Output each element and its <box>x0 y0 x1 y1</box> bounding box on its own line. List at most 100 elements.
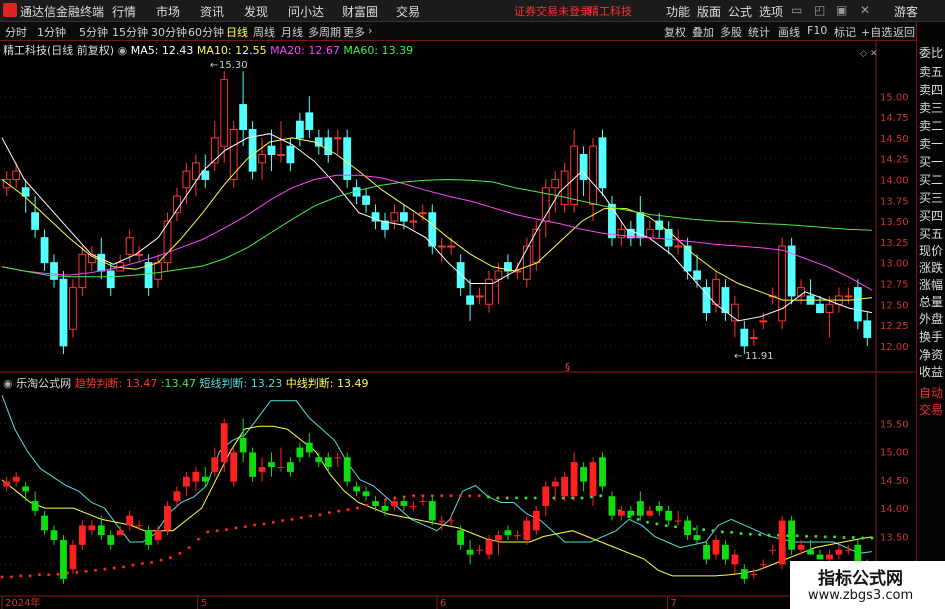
trend-dot <box>795 534 799 538</box>
trend-dot <box>748 532 752 536</box>
candle-body <box>712 278 720 305</box>
quote-panel: 委比 卖五 卖四 卖三 卖二 卖一 买一 买二 买三 买四 买五 现价 涨跌 涨… <box>916 22 945 609</box>
main-ytick: 14.75 <box>880 113 909 124</box>
main-ytick: 13.75 <box>880 196 909 207</box>
sub-candle-body <box>722 544 729 560</box>
trend-dot <box>262 522 266 526</box>
candle-body <box>12 170 21 180</box>
panel-auto[interactable]: 自动 <box>919 386 943 401</box>
candle-body <box>248 129 257 172</box>
panel-bid3[interactable]: 买三 <box>919 191 943 206</box>
panel-bid5[interactable]: 买五 <box>919 227 943 242</box>
candle-body <box>333 137 342 140</box>
panel-change-pct[interactable]: 涨幅 <box>919 278 943 293</box>
candle-body <box>135 253 144 256</box>
trend-dot <box>692 527 696 531</box>
panel-turnover[interactable]: 换手 <box>919 330 943 345</box>
sub-candle-body <box>211 457 219 472</box>
chart-close-icon[interactable]: ✕ <box>870 49 878 59</box>
candle-body <box>239 104 248 131</box>
sub-candle-body <box>400 501 408 506</box>
sub-ytick: 13.50 <box>880 532 909 543</box>
trend-dot <box>225 528 229 532</box>
panel-ask4[interactable]: 卖四 <box>919 83 943 98</box>
trend-dot <box>524 496 528 500</box>
xaxis-label: 7 <box>671 598 677 609</box>
trend-dot <box>140 561 144 565</box>
candle-body <box>740 328 749 347</box>
candle-body <box>31 212 40 230</box>
sub-candle-body <box>693 535 701 540</box>
trend-dot <box>346 508 350 512</box>
trend-dot <box>655 522 659 526</box>
trend-dot <box>739 532 743 536</box>
trend-dot <box>664 524 668 528</box>
panel-ask2[interactable]: 卖二 <box>919 119 943 134</box>
candle-body <box>749 337 758 340</box>
trend-dot <box>0 575 4 579</box>
candle-body <box>69 287 77 330</box>
trend-dot <box>94 568 98 572</box>
candle-body <box>447 245 456 248</box>
trend-dot <box>243 525 247 529</box>
panel-trade[interactable]: 交易 <box>919 403 943 418</box>
candle-body <box>456 262 465 289</box>
sub-ytick: 15.50 <box>880 419 909 430</box>
main-ytick: 12.00 <box>880 342 909 353</box>
trend-dot <box>870 536 874 540</box>
trend-dot <box>168 556 172 560</box>
sub-candle-body <box>627 510 635 516</box>
panel-ask1[interactable]: 卖一 <box>919 137 943 152</box>
chart-up-icon[interactable]: ◇ <box>860 49 867 59</box>
sub-candle-body <box>305 442 313 453</box>
panel-volume[interactable]: 总量 <box>919 295 943 310</box>
candle-body <box>362 195 370 205</box>
panel-outer[interactable]: 外盘 <box>919 312 943 327</box>
chart-area[interactable]: 12.00 12.25 12.50 12.75 13.00 13.25 13.50 13.75… <box>0 0 916 609</box>
candle-body <box>220 79 229 147</box>
candle-body <box>683 245 692 272</box>
main-ytick: 13.00 <box>880 259 909 270</box>
trend-dot <box>56 572 60 576</box>
trend-dot <box>730 530 734 534</box>
candle-body <box>78 253 87 289</box>
candle-body <box>551 178 560 189</box>
sub-candle-body <box>362 491 370 497</box>
short-line <box>1 395 873 554</box>
panel-bid2[interactable]: 买二 <box>919 173 943 188</box>
trend-dot <box>299 516 303 520</box>
trend-dot <box>477 494 481 498</box>
panel-bid4[interactable]: 买四 <box>919 209 943 224</box>
candle-body <box>532 228 541 264</box>
panel-entrust-ratio[interactable]: 委比 <box>919 46 943 61</box>
panel-ask3[interactable]: 卖三 <box>919 101 943 116</box>
sub-candle-body <box>712 539 720 555</box>
panel-net-asset[interactable]: 净资 <box>919 348 943 363</box>
sub-candle-body <box>164 505 171 531</box>
panel-bid1[interactable]: 买一 <box>919 155 943 170</box>
panel-price[interactable]: 现价 <box>919 244 943 259</box>
trend-dot <box>290 517 294 521</box>
sub-candle-body <box>778 520 786 565</box>
sub-candle-body <box>646 510 654 516</box>
panel-change[interactable]: 涨跌 <box>919 261 943 276</box>
sub-candle-body <box>419 501 427 503</box>
candle-body <box>201 170 210 180</box>
sub-candle-body <box>182 476 190 487</box>
trend-dot <box>122 565 126 569</box>
trend-dot <box>702 528 706 532</box>
trend-dot <box>823 535 827 539</box>
sub-candle-body <box>674 520 682 522</box>
panel-earnings[interactable]: 收益 <box>919 365 943 380</box>
panel-ask5[interactable]: 卖五 <box>919 65 943 80</box>
trend-dot <box>805 534 809 538</box>
sub-candle-body <box>589 462 597 497</box>
trend-dot <box>337 509 341 513</box>
xaxis-label: 2024年 <box>5 596 40 609</box>
trend-dot <box>515 496 519 500</box>
sub-candle-body <box>495 535 502 540</box>
sub-candle-body <box>353 486 361 492</box>
sub-candle-body <box>807 549 814 555</box>
candle-body <box>399 212 408 222</box>
trend-dot <box>234 526 238 530</box>
